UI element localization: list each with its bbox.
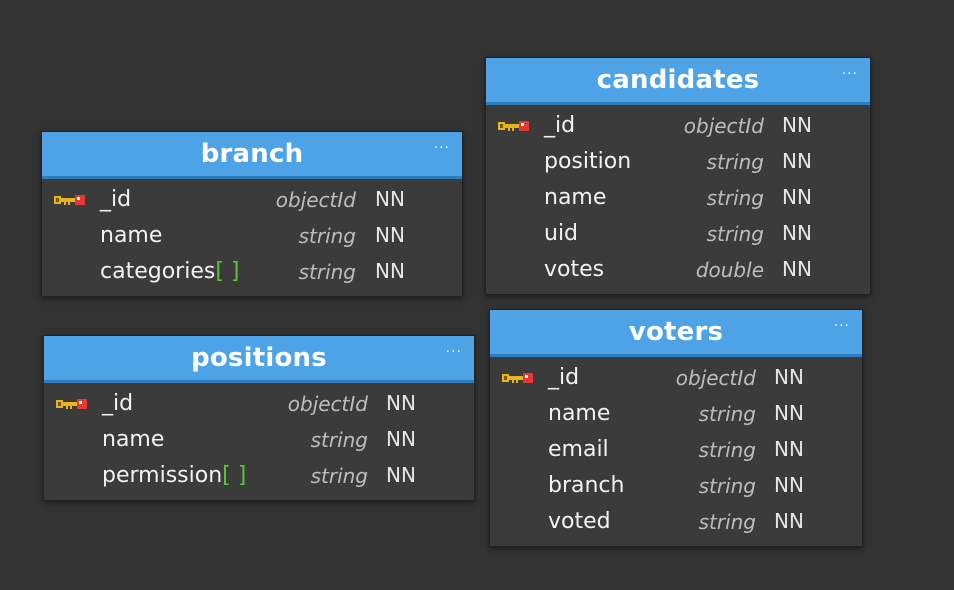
field-row[interactable]: _id objectId NN [44,386,474,422]
key-icon [56,399,87,409]
field-row[interactable]: permission[ ] string NN [44,458,474,494]
not-null-flag: NN [782,221,812,245]
field-name: categories [100,259,216,284]
not-null-flag: NN [375,223,405,247]
field-row[interactable]: branch string NN [490,468,862,504]
field-type: objectId [675,366,756,390]
table-candidates[interactable]: candidates ··· _id objectId NN position … [485,57,871,295]
field-type: string [298,260,356,284]
not-null-flag: NN [386,427,416,451]
field-type: string [310,428,368,452]
field-type: string [698,402,756,426]
field-name: votes [544,257,605,282]
table-title: branch [200,139,304,169]
field-row[interactable]: categories[ ] string NN [42,254,462,290]
field-name: branch [548,473,625,498]
more-options-icon[interactable]: ··· [834,318,850,334]
field-name-array: categories[ ] [100,259,240,284]
more-options-icon[interactable]: ··· [446,344,462,360]
field-type: string [698,510,756,534]
not-null-flag: NN [782,149,812,173]
field-name-array: permission[ ] [102,463,246,488]
not-null-flag: NN [375,259,405,283]
table-branch[interactable]: branch ··· _id objectId NN name string N… [41,131,463,297]
key-icon [502,373,533,383]
key-icon [498,121,529,131]
field-name: uid [544,221,579,246]
key-icon [54,195,85,205]
table-header[interactable]: branch ··· [42,132,462,179]
table-header[interactable]: voters ··· [490,310,862,357]
field-type: string [698,438,756,462]
field-name: name [100,223,163,248]
more-options-icon[interactable]: ··· [434,140,450,156]
table-title: candidates [596,65,760,95]
table-header[interactable]: positions ··· [44,336,474,383]
field-type: string [298,224,356,248]
not-null-flag: NN [774,473,804,497]
not-null-flag: NN [774,509,804,533]
field-type: double [695,258,764,282]
field-type: objectId [287,392,368,416]
field-row[interactable]: voted string NN [490,504,862,540]
field-row[interactable]: uid string NN [486,216,870,252]
field-type: string [310,464,368,488]
not-null-flag: NN [774,365,804,389]
field-name: name [548,401,611,426]
field-name: _id [548,365,580,390]
field-type: string [706,222,764,246]
diagram-canvas[interactable]: branch ··· _id objectId NN name string N… [0,0,954,590]
field-row[interactable]: _id objectId NN [486,108,870,144]
field-name: _id [544,113,576,138]
field-name: _id [102,391,134,416]
field-name: _id [100,187,132,212]
field-type: objectId [683,114,764,138]
not-null-flag: NN [375,187,405,211]
field-name: permission [102,463,223,488]
field-name: voted [548,509,611,534]
field-name: name [102,427,165,452]
field-type: string [706,150,764,174]
field-type: objectId [275,188,356,212]
array-brackets: [ ] [222,463,247,488]
field-row[interactable]: _id objectId NN [42,182,462,218]
more-options-icon[interactable]: ··· [842,66,858,82]
table-positions[interactable]: positions ··· _id objectId NN name strin… [43,335,475,501]
field-name: email [548,437,609,462]
field-row[interactable]: _id objectId NN [490,360,862,396]
not-null-flag: NN [386,391,416,415]
field-name: position [544,149,632,174]
not-null-flag: NN [782,185,812,209]
field-row[interactable]: name string NN [490,396,862,432]
table-voters[interactable]: voters ··· _id objectId NN name string N… [489,309,863,547]
field-row[interactable]: name string NN [42,218,462,254]
field-row[interactable]: position string NN [486,144,870,180]
field-name: name [544,185,607,210]
field-row[interactable]: name string NN [486,180,870,216]
table-title: voters [628,317,724,347]
field-row[interactable]: name string NN [44,422,474,458]
table-header[interactable]: candidates ··· [486,58,870,105]
not-null-flag: NN [774,437,804,461]
field-type: string [706,186,764,210]
not-null-flag: NN [774,401,804,425]
not-null-flag: NN [386,463,416,487]
array-brackets: [ ] [215,259,240,284]
field-row[interactable]: votes double NN [486,252,870,288]
table-title: positions [191,343,327,373]
field-type: string [698,474,756,498]
not-null-flag: NN [782,113,812,137]
not-null-flag: NN [782,257,812,281]
field-row[interactable]: email string NN [490,432,862,468]
